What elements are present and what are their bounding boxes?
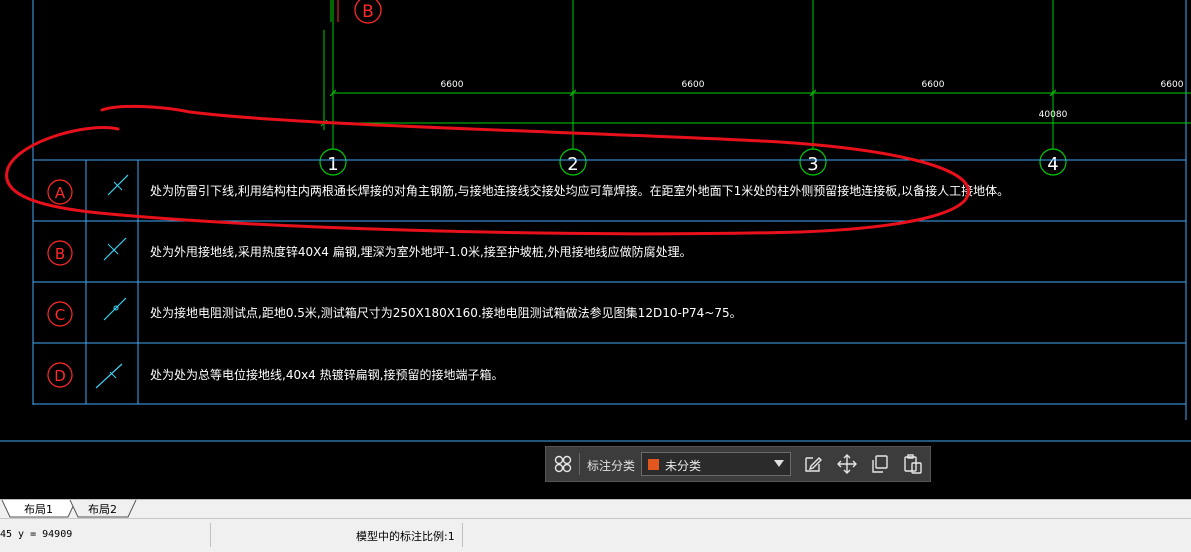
status-bar: 45 y = 94909 模型中的标注比例:1 bbox=[0, 518, 1191, 552]
annotation-toolbar: 标注分类 未分类 bbox=[545, 446, 931, 482]
grid-bubble-4-label: 4 bbox=[1047, 154, 1058, 175]
cursor-coordinates: 45 y = 94909 bbox=[0, 529, 73, 540]
legend-text-b: 处为外甩接地线,采用热度锌40X4 扁钢,埋深为室外地坪-1.0米,接至护坡桩,… bbox=[150, 244, 692, 259]
tab-layout-1[interactable]: 布局1 bbox=[24, 501, 53, 518]
grid-bubble-2-label: 2 bbox=[567, 154, 578, 175]
toolbar-divider bbox=[579, 453, 580, 475]
legend-symbol-d-icon bbox=[95, 363, 123, 389]
annotation-scale-label: 模型中的标注比例:1 bbox=[356, 530, 455, 543]
legend-label-d: D bbox=[54, 367, 66, 385]
markup-ellipse bbox=[5, 104, 970, 236]
status-divider bbox=[210, 523, 211, 547]
dimension-label-2: 6600 bbox=[682, 80, 705, 90]
legend-text-c: 处为接地电阻测试点,距地0.5米,测试箱尺寸为250X180X160.接地电阻测… bbox=[150, 305, 742, 320]
legend-label-c: C bbox=[55, 306, 65, 324]
drawing-canvas[interactable]: B 6600 6600 6600 6600 40080 1 2 3 4 A 处为… bbox=[0, 0, 1191, 499]
grid-icon[interactable] bbox=[552, 453, 574, 475]
legend-text-a: 处为防雷引下线,利用结构柱内两根通长焊接的对角主钢筋,与接地连接线交接处均应可靠… bbox=[150, 183, 1009, 198]
legend-symbol-a-icon bbox=[107, 174, 129, 196]
paste-icon[interactable] bbox=[902, 453, 924, 475]
annotation-category-label: 标注分类 bbox=[587, 459, 636, 473]
edit-icon[interactable] bbox=[802, 453, 824, 475]
dimension-label-3: 6600 bbox=[922, 80, 945, 90]
move-icon[interactable] bbox=[836, 453, 858, 475]
axis-bubble-b-label: B bbox=[362, 2, 374, 22]
status-divider bbox=[462, 523, 463, 547]
layout-tab-strip: 布局1 布局2 bbox=[0, 499, 1191, 519]
legend-label-a: A bbox=[55, 184, 66, 202]
chevron-down-icon[interactable] bbox=[774, 460, 784, 467]
dimension-label-total: 40080 bbox=[1039, 110, 1068, 120]
legend-symbol-c-icon bbox=[103, 297, 127, 321]
dimension-label-4: 6600 bbox=[1161, 80, 1184, 90]
grid-bubble-1-label: 1 bbox=[327, 154, 338, 175]
copy-icon[interactable] bbox=[869, 453, 891, 475]
legend-symbol-b-icon bbox=[103, 237, 127, 261]
legend-text-d: 处为处为总等电位接地线,40x4 热镀锌扁钢,接预留的接地端子箱。 bbox=[150, 367, 503, 382]
dimension-label-1: 6600 bbox=[441, 80, 464, 90]
tab-shapes bbox=[1, 500, 137, 518]
grid-bubble-3-label: 3 bbox=[807, 154, 818, 175]
cad-drawing: B 6600 6600 6600 6600 40080 1 2 3 4 A 处为… bbox=[0, 0, 1191, 442]
legend-label-b: B bbox=[55, 245, 65, 263]
tab-layout-2[interactable]: 布局2 bbox=[88, 501, 117, 518]
category-value: 未分类 bbox=[665, 459, 702, 473]
category-color-swatch bbox=[648, 459, 659, 470]
category-select[interactable]: 未分类 bbox=[641, 452, 791, 476]
